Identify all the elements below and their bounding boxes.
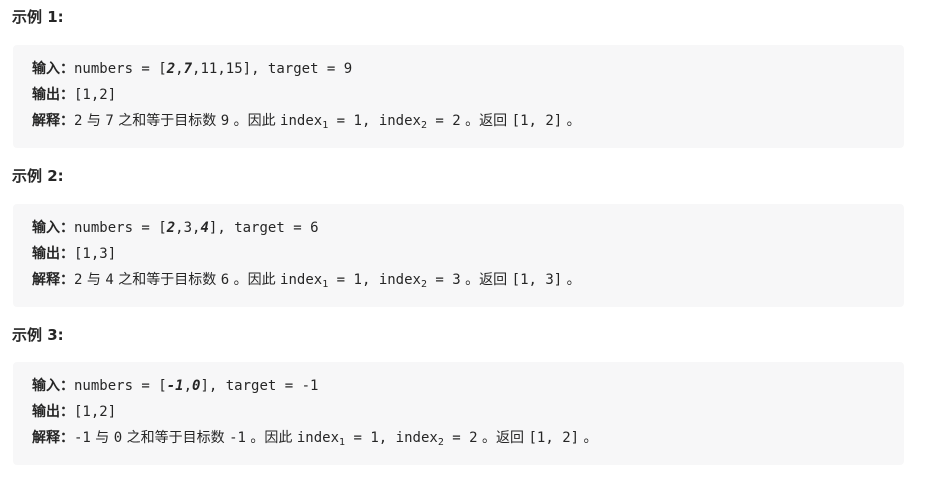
- example-3-heading: 示例 3:: [12, 326, 64, 344]
- yu-text: 与: [82, 272, 106, 288]
- return-value: [1, 3]: [511, 272, 563, 288]
- exp-target: 9: [220, 113, 230, 129]
- highlighted-number: 2: [166, 61, 176, 77]
- return-text: 。返回: [460, 113, 512, 129]
- example-2-block: 输入：numbers = [2,3,4], target = 6 输出：[1,3…: [13, 204, 904, 307]
- example-2-explanation-line: 解释：2 与 4 之和等于目标数 6 。因此 index1 = 1, index…: [32, 269, 581, 291]
- sum-equals-text: 之和等于目标数: [113, 272, 221, 288]
- explanation-label: 解释：: [32, 430, 74, 446]
- equals: =: [427, 272, 453, 288]
- example-3-output-line: 输出：[1,2]: [32, 401, 116, 423]
- output-value: [1,2]: [74, 404, 117, 420]
- input-label: 输入：: [32, 220, 74, 236]
- highlighted-number: -1: [166, 378, 184, 394]
- output-label: 输出：: [32, 404, 74, 420]
- index2-value: 2: [452, 113, 461, 129]
- example-1-output-line: 输出：[1,2]: [32, 84, 116, 106]
- target-value: -1: [301, 378, 319, 394]
- close-bracket: ]: [200, 378, 209, 394]
- exp-target: -1: [229, 430, 246, 446]
- close-bracket: ]: [242, 61, 252, 77]
- therefore-text: 。因此: [229, 113, 281, 129]
- explanation-label: 解释：: [32, 272, 74, 288]
- return-text: 。返回: [460, 272, 512, 288]
- separator: ,: [361, 113, 379, 129]
- number: 3: [183, 220, 193, 236]
- exp-b: 7: [105, 113, 114, 129]
- exp-target: 6: [220, 272, 230, 288]
- input-label: 输入：: [32, 61, 74, 77]
- equals: =: [328, 272, 354, 288]
- target-value: 9: [343, 61, 353, 77]
- target-prefix: , target =: [208, 378, 302, 394]
- equals: =: [427, 113, 453, 129]
- comma: ,: [217, 61, 226, 77]
- highlighted-number: 2: [166, 220, 176, 236]
- separator: ,: [361, 272, 379, 288]
- exp-b: 0: [113, 430, 123, 446]
- output-value: [1,3]: [74, 246, 117, 262]
- yu-text: 与: [90, 430, 114, 446]
- end-period: 。: [562, 113, 581, 129]
- target-value: 6: [310, 220, 319, 236]
- end-period: 。: [562, 272, 581, 288]
- input-label: 输入：: [32, 378, 74, 394]
- comma: ,: [175, 220, 184, 236]
- example-3-block: 输入：numbers = [-1,0], target = -1 输出：[1,2…: [13, 362, 904, 465]
- comma: ,: [175, 61, 184, 77]
- index-word: index: [296, 430, 340, 446]
- index-word: index: [280, 272, 323, 288]
- index-word: index: [280, 113, 323, 129]
- example-2-input-line: 输入：numbers = [2,3,4], target = 6: [32, 217, 319, 239]
- index2-value: 3: [452, 272, 461, 288]
- example-3-input-line: 输入：numbers = [-1,0], target = -1: [32, 375, 318, 397]
- number: 11: [200, 61, 218, 77]
- return-text: 。返回: [477, 430, 529, 446]
- example-2-heading: 示例 2:: [12, 167, 64, 185]
- index-word: index: [378, 113, 421, 129]
- numbers-prefix: numbers = [: [74, 378, 167, 394]
- example-1-explanation-line: 解释：2 与 7 之和等于目标数 9 。因此 index1 = 1, index…: [32, 110, 581, 132]
- target-prefix: , target =: [217, 220, 311, 236]
- index1-value: 1: [353, 113, 362, 129]
- number: 15: [225, 61, 243, 77]
- example-3-explanation-line: 解释：-1 与 0 之和等于目标数 -1 。因此 index1 = 1, ind…: [32, 427, 598, 449]
- comma: ,: [183, 378, 193, 394]
- separator: ,: [378, 430, 396, 446]
- index1-value: 1: [370, 430, 379, 446]
- index-word: index: [378, 272, 421, 288]
- index-word: index: [395, 430, 438, 446]
- output-value: [1,2]: [74, 87, 117, 103]
- return-value: [1, 2]: [511, 113, 563, 129]
- example-1-heading: 示例 1:: [12, 8, 64, 26]
- therefore-text: 。因此: [245, 430, 297, 446]
- highlighted-number: 7: [183, 61, 193, 77]
- exp-a: -1: [74, 430, 91, 446]
- example-1-input-line: 输入：numbers = [2,7,11,15], target = 9: [32, 58, 352, 80]
- index1-value: 1: [353, 272, 362, 288]
- therefore-text: 。因此: [229, 272, 281, 288]
- highlighted-number: 4: [200, 220, 209, 236]
- equals: =: [328, 113, 354, 129]
- equals: =: [345, 430, 371, 446]
- equals: =: [443, 430, 470, 446]
- sum-equals-text: 之和等于目标数: [113, 113, 221, 129]
- example-1-block: 输入：numbers = [2,7,11,15], target = 9 输出：…: [13, 45, 904, 148]
- yu-text: 与: [82, 113, 106, 129]
- sum-equals-text: 之和等于目标数: [122, 430, 230, 446]
- example-2-output-line: 输出：[1,3]: [32, 243, 116, 265]
- return-value: [1, 2]: [528, 430, 580, 446]
- exp-b: 4: [105, 272, 114, 288]
- index2-value: 2: [469, 430, 478, 446]
- numbers-prefix: numbers = [: [74, 61, 167, 77]
- numbers-prefix: numbers = [: [74, 220, 167, 236]
- output-label: 输出：: [32, 246, 74, 262]
- explanation-label: 解释：: [32, 113, 74, 129]
- end-period: 。: [579, 430, 598, 446]
- output-label: 输出：: [32, 87, 74, 103]
- target-prefix: , target =: [251, 61, 344, 77]
